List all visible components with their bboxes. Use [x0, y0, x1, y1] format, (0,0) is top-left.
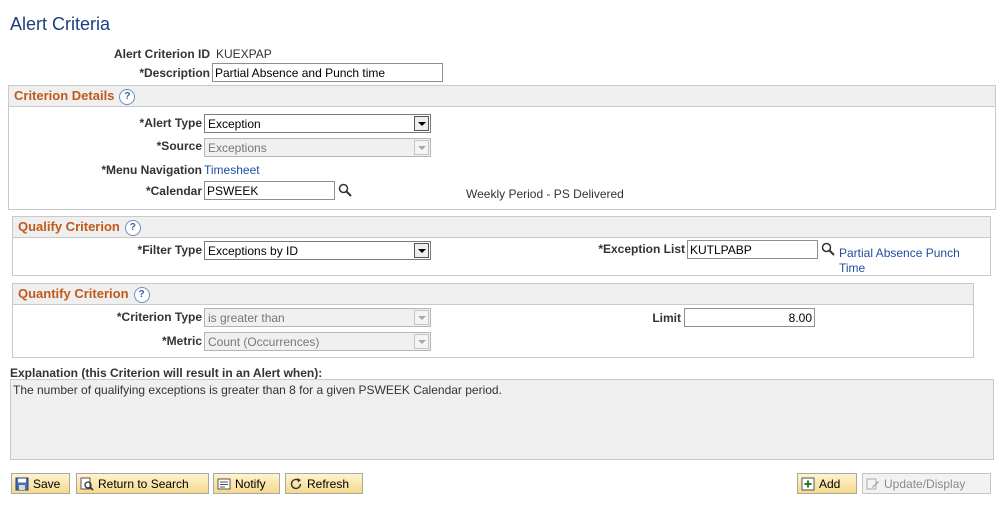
return-to-search-button[interactable]: Return to Search — [76, 473, 209, 494]
criterion-id-label: Alert Criterion ID — [113, 47, 210, 61]
refresh-label: Refresh — [307, 476, 350, 491]
dropdown-arrow-icon[interactable] — [414, 116, 429, 131]
alert-type-label: *Alert Type — [139, 116, 202, 130]
help-icon[interactable]: ? — [119, 88, 136, 105]
qualify-criterion-header: Qualify Criterion? — [13, 217, 990, 238]
refresh-button[interactable]: Refresh — [285, 473, 363, 494]
quantify-criterion-header: Quantify Criterion? — [13, 284, 973, 305]
dropdown-arrow-icon — [414, 140, 429, 155]
exception-list-label: *Exception List — [598, 242, 685, 256]
calendar-input[interactable] — [204, 181, 335, 200]
save-icon — [15, 477, 29, 490]
update-display-icon — [866, 478, 879, 489]
refresh-icon — [290, 477, 302, 489]
calendar-description: Weekly Period - PS Delivered — [466, 187, 624, 201]
timesheet-link[interactable]: Timesheet — [204, 163, 260, 177]
help-icon[interactable]: ? — [133, 286, 150, 303]
explanation-label: Explanation (this Criterion will result … — [10, 366, 323, 380]
exception-list-input[interactable] — [687, 240, 818, 259]
search-icon[interactable] — [821, 242, 835, 256]
help-icon[interactable]: ? — [124, 219, 141, 236]
criterion-type-value: is greater than — [208, 311, 285, 325]
filter-type-select[interactable]: Exceptions by ID — [204, 241, 431, 260]
update-display-button: Update/Display — [862, 473, 991, 494]
notify-icon — [217, 478, 231, 489]
update-display-label: Update/Display — [884, 476, 966, 491]
add-button[interactable]: Add — [797, 473, 857, 494]
metric-label: *Metric — [161, 334, 202, 348]
notify-button[interactable]: Notify — [213, 473, 280, 494]
page-title: Alert Criteria — [10, 14, 111, 34]
dropdown-arrow-icon — [414, 310, 429, 325]
description-input[interactable] — [212, 63, 443, 82]
metric-value: Count (Occurrences) — [208, 335, 320, 349]
dropdown-arrow-icon[interactable] — [414, 243, 429, 258]
criterion-details-title: Criterion Details — [14, 88, 115, 103]
save-label: Save — [33, 476, 61, 491]
save-button[interactable]: Save — [11, 473, 70, 494]
limit-input[interactable] — [684, 308, 815, 327]
alert-type-value: Exception — [208, 117, 261, 131]
filter-type-value: Exceptions by ID — [208, 244, 299, 258]
add-label: Add — [819, 476, 841, 491]
metric-select: Count (Occurrences) — [204, 332, 431, 351]
notify-label: Notify — [235, 476, 266, 491]
exception-description-link[interactable]: Partial Absence Punch — [839, 246, 960, 260]
source-value: Exceptions — [208, 141, 267, 155]
criterion-id-value: KUEXPAP — [216, 47, 272, 61]
criterion-details-header: Criterion Details? — [9, 86, 995, 107]
description-label: *Description — [139, 66, 210, 80]
return-search-icon — [80, 477, 94, 491]
filter-type-label: *Filter Type — [137, 243, 202, 257]
source-select: Exceptions — [204, 138, 431, 157]
search-icon[interactable] — [338, 183, 352, 197]
menu-navigation-label: *Menu Navigation — [101, 163, 202, 177]
criterion-type-label: *Criterion Type — [116, 310, 202, 324]
dropdown-arrow-icon — [414, 334, 429, 349]
quantify-criterion-title: Quantify Criterion — [18, 286, 129, 301]
qualify-criterion-title: Qualify Criterion — [18, 219, 120, 234]
criterion-type-select: is greater than — [204, 308, 431, 327]
return-to-search-label: Return to Search — [98, 476, 189, 491]
limit-label: Limit — [652, 311, 681, 325]
explanation-text: The number of qualifying exceptions is g… — [10, 379, 994, 460]
source-label: *Source — [156, 139, 202, 153]
add-icon — [801, 477, 815, 490]
alert-type-select[interactable]: Exception — [204, 114, 431, 133]
exception-description-link-line2[interactable]: Time — [839, 261, 865, 275]
calendar-label: *Calendar — [145, 184, 202, 198]
